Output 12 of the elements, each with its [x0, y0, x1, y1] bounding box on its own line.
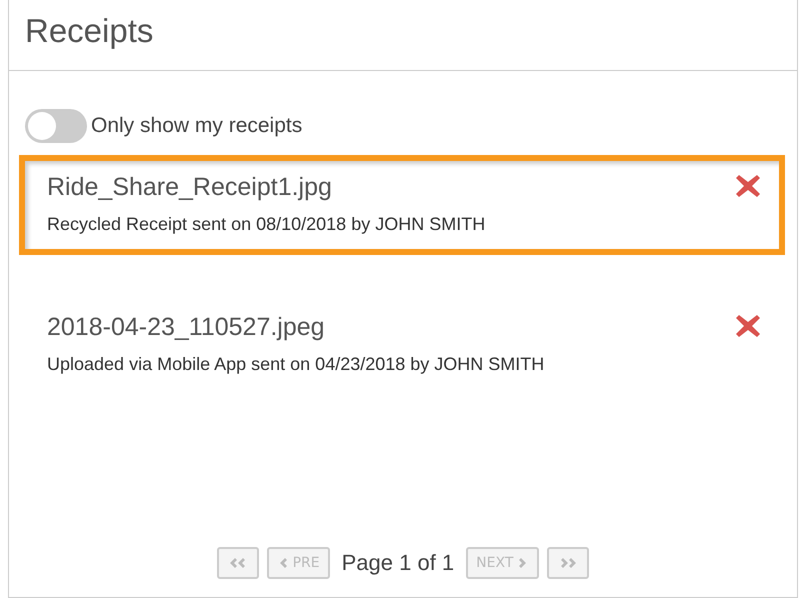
toggle-label: Only show my receipts — [91, 114, 302, 138]
receipt-item[interactable]: 2018-04-23_110527.jpeg Uploaded via Mobile App sent on 04/23/2018 by JOHN SMITH — [19, 295, 785, 395]
receipt-detail: Uploaded via Mobile App sent on 04/23/2018 by JOHN SMITH — [47, 353, 544, 376]
delete-icon[interactable] — [735, 173, 761, 199]
file-name: 2018-04-23_110527.jpeg — [47, 313, 326, 342]
panel-title: Receipts — [9, 0, 797, 71]
toggle-switch[interactable] — [25, 109, 87, 143]
page-status: Page 1 of 1 — [342, 550, 454, 576]
receipt-item[interactable]: Ride_Share_Receipt1.jpg Recycled Receipt sent on 08/10/2018 by JOHN SMITH — [19, 155, 785, 255]
delete-icon[interactable] — [735, 313, 761, 339]
file-name: Ride_Share_Receipt1.jpg — [47, 173, 333, 202]
receipt-detail: Recycled Receipt sent on 08/10/2018 by JOHN SMITH — [47, 213, 486, 236]
